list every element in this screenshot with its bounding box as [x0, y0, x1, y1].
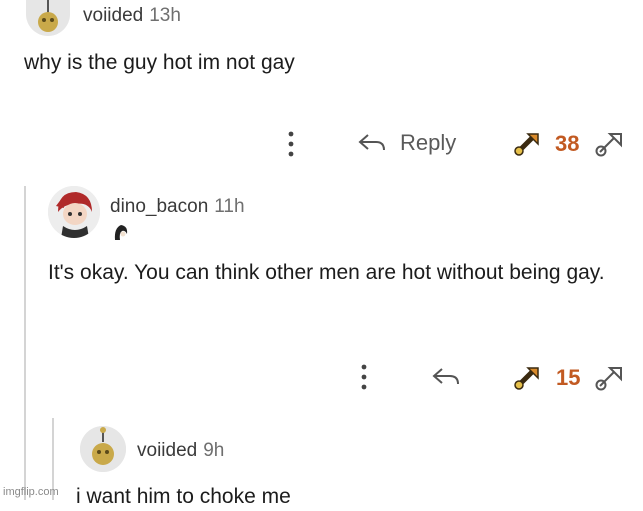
- vote-count: 38: [555, 131, 580, 156]
- comment-author[interactable]: voiided 13h: [83, 5, 181, 27]
- reply-button[interactable]: Reply: [358, 128, 468, 160]
- username[interactable]: voiided: [137, 440, 197, 461]
- username[interactable]: voiided: [83, 5, 143, 26]
- timestamp: 11h: [214, 196, 245, 217]
- timestamp: 9h: [203, 440, 225, 461]
- upvote-icon[interactable]: [512, 130, 542, 158]
- comment-text: why is the guy hot im not gay: [24, 51, 295, 74]
- thread-line[interactable]: [24, 186, 26, 500]
- comment-author[interactable]: dino_bacon 11h: [110, 196, 245, 218]
- vertical-dots-icon[interactable]: [286, 130, 296, 158]
- avatar-voiided[interactable]: [26, 0, 70, 36]
- flair-icon: [112, 222, 130, 242]
- comment-author[interactable]: voiided 9h: [137, 440, 224, 462]
- downvote-icon[interactable]: [594, 130, 624, 158]
- watermark: imgflip.com: [3, 486, 59, 498]
- avatar-voiided[interactable]: [80, 426, 126, 472]
- timestamp: 13h: [149, 5, 181, 26]
- vote-count: 15: [556, 365, 581, 390]
- upvote-icon[interactable]: [512, 364, 542, 392]
- vertical-dots-icon[interactable]: [359, 363, 369, 391]
- reply-arrow-icon[interactable]: [432, 367, 460, 387]
- reply-label: Reply: [400, 130, 457, 155]
- username[interactable]: dino_bacon: [110, 196, 208, 217]
- reply-arrow-icon: [358, 133, 386, 153]
- avatar-dino-bacon[interactable]: [48, 186, 100, 238]
- downvote-icon[interactable]: [594, 364, 624, 392]
- comment-text: i want him to choke me: [76, 485, 291, 508]
- comment-text: It's okay. You can think other men are h…: [48, 261, 605, 284]
